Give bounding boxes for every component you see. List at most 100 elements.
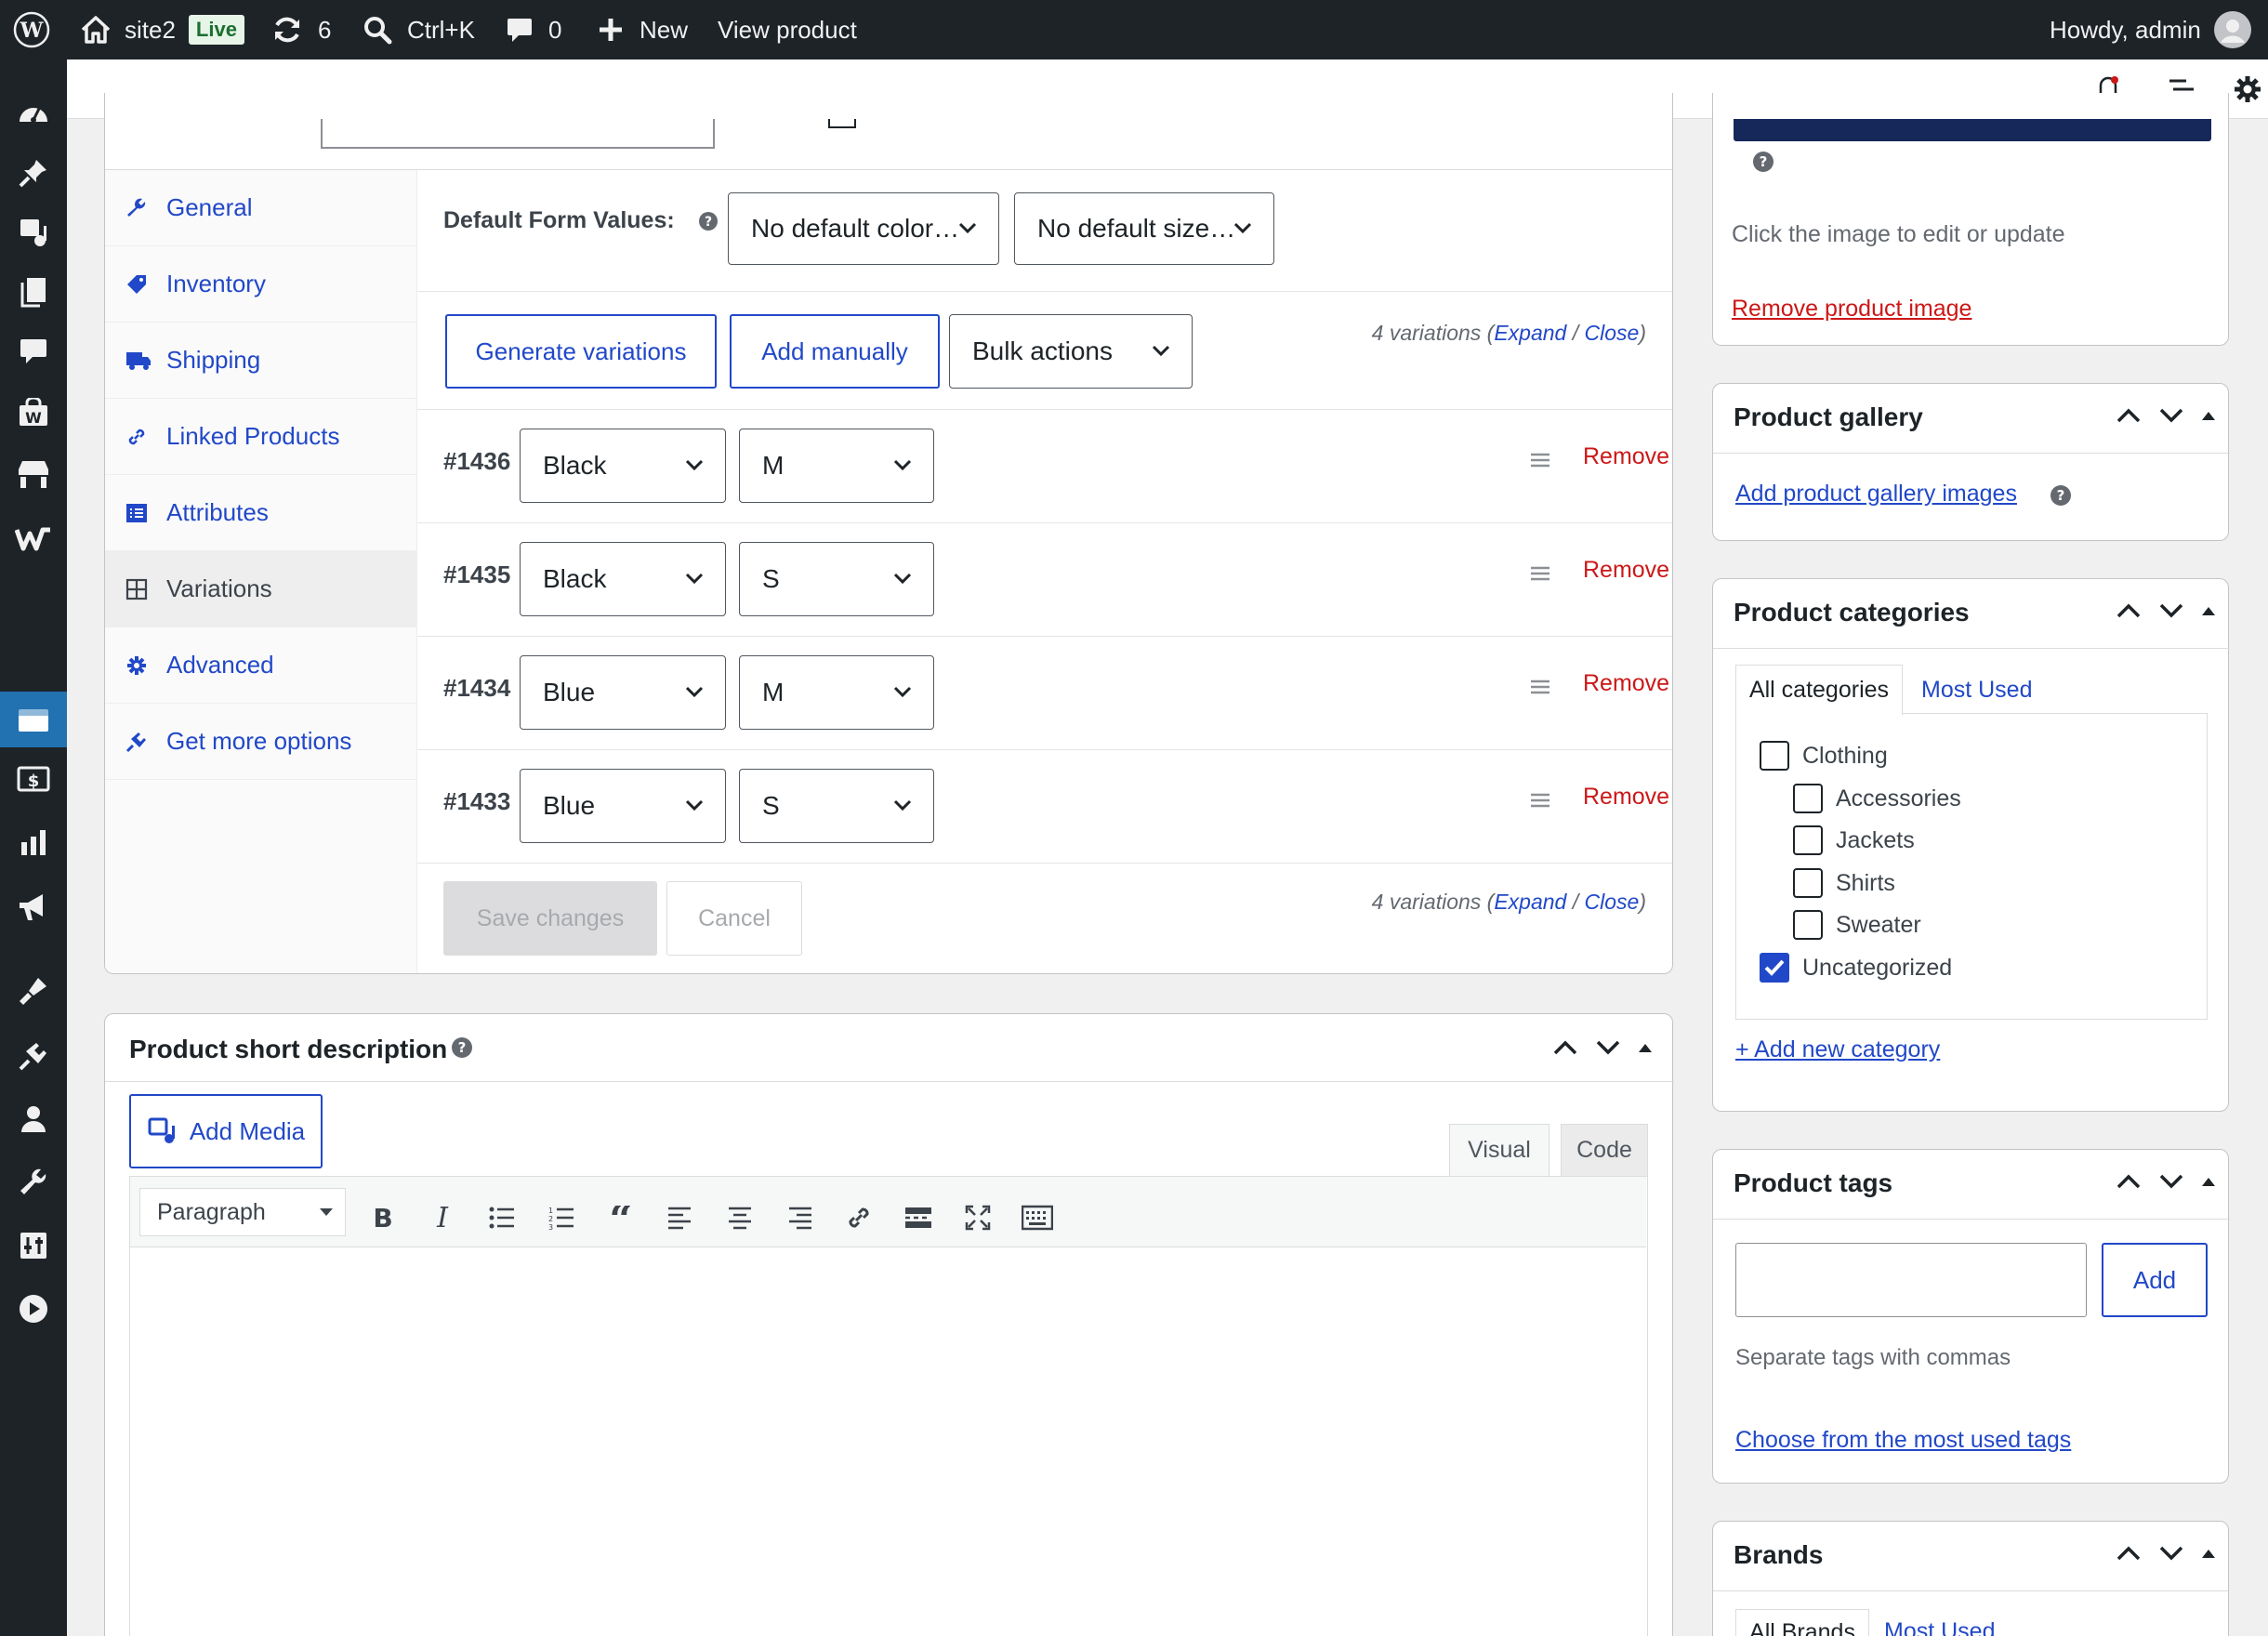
settings-sliders-icon[interactable]	[0, 1220, 67, 1272]
format-select[interactable]: Paragraph	[139, 1188, 346, 1236]
tab-advanced[interactable]: Advanced	[105, 627, 417, 704]
choose-most-used-tags-link[interactable]: Choose from the most used tags	[1735, 1427, 2071, 1454]
variation-color-select[interactable]: Black	[520, 429, 726, 503]
chevron-down-icon[interactable]	[2157, 1172, 2185, 1191]
remove-variation-link[interactable]: Remove	[1583, 670, 1669, 697]
variation-color-select[interactable]: Black	[520, 542, 726, 616]
tab-inventory[interactable]: Inventory	[105, 246, 417, 323]
variation-size-select[interactable]: S	[739, 542, 934, 616]
chevron-down-icon[interactable]	[2157, 406, 2185, 425]
tab-all-categories[interactable]: All categories	[1735, 665, 1903, 715]
visual-tab[interactable]: Visual	[1449, 1124, 1549, 1176]
plugins-icon[interactable]	[0, 1030, 67, 1082]
category-checkbox[interactable]	[1793, 784, 1823, 813]
variation-color-select[interactable]: Blue	[520, 769, 726, 843]
generate-variations-button[interactable]: Generate variations	[445, 314, 717, 389]
drag-handle-icon[interactable]	[1530, 452, 1550, 468]
chevron-up-icon[interactable]	[2115, 1544, 2143, 1563]
chevron-down-icon[interactable]	[2157, 601, 2185, 620]
drag-handle-icon[interactable]	[1530, 792, 1550, 809]
tab-linked-products[interactable]: Linked Products	[105, 399, 417, 475]
add-tag-button[interactable]: Add	[2102, 1243, 2208, 1317]
add-gallery-images-link[interactable]: Add product gallery images	[1735, 481, 2017, 508]
tab-variations[interactable]: Variations	[105, 551, 417, 627]
tab-most-used[interactable]: Most Used	[1921, 665, 2032, 715]
product-image-thumbnail[interactable]	[1734, 119, 2211, 141]
tab-brands-most-used[interactable]: Most Used	[1884, 1618, 1995, 1636]
variation-size-select[interactable]: S	[739, 769, 934, 843]
help-icon[interactable]: ?	[1752, 151, 1774, 173]
add-manually-button[interactable]: Add manually	[730, 314, 940, 389]
remove-variation-link[interactable]: Remove	[1583, 557, 1669, 584]
updates-menu[interactable]: 6	[271, 0, 331, 59]
bold-icon[interactable]: B	[364, 1199, 402, 1236]
pin-posts-icon[interactable]	[0, 147, 67, 199]
remove-variation-link[interactable]: Remove	[1583, 784, 1669, 811]
help-icon[interactable]: ?	[698, 211, 719, 231]
comments-menu-icon[interactable]	[0, 325, 67, 377]
search-command[interactable]: Ctrl+K	[363, 0, 475, 59]
code-tab[interactable]: Code	[1561, 1124, 1648, 1176]
editor-content[interactable]	[130, 1247, 1646, 1636]
remove-product-image-link[interactable]: Remove product image	[1732, 296, 1971, 323]
users-icon[interactable]	[0, 1093, 67, 1145]
wordpress-logo-icon[interactable]: W	[13, 0, 50, 59]
expand-link[interactable]: Expand	[1494, 890, 1566, 914]
drag-handle-icon[interactable]	[1530, 679, 1550, 695]
site-menu[interactable]: site2 Live	[80, 0, 244, 59]
cancel-button[interactable]: Cancel	[666, 881, 802, 956]
close-link[interactable]: Close	[1585, 890, 1640, 914]
add-media-button[interactable]: Add Media	[129, 1094, 323, 1168]
chevron-down-icon[interactable]	[2157, 1544, 2185, 1563]
appearance-icon[interactable]	[0, 965, 67, 1017]
tab-get-more-options[interactable]: Get more options	[105, 704, 417, 780]
woo-w-icon[interactable]	[0, 513, 67, 565]
payments-icon[interactable]: $	[0, 753, 67, 805]
toggle-triangle-icon[interactable]	[2200, 409, 2217, 422]
insert-link-icon[interactable]	[840, 1199, 877, 1236]
bulk-actions-select[interactable]: Bulk actions	[949, 314, 1193, 389]
chevron-up-icon[interactable]	[2115, 1172, 2143, 1191]
tab-shipping[interactable]: Shipping	[105, 323, 417, 399]
pages-icon[interactable]	[0, 266, 67, 318]
numbered-list-icon[interactable]: 123	[543, 1199, 580, 1236]
category-item[interactable]: Sweater	[1793, 908, 1921, 942]
close-link[interactable]: Close	[1585, 321, 1640, 345]
new-content-menu[interactable]: New	[597, 0, 688, 59]
toggle-triangle-icon[interactable]	[2200, 604, 2217, 617]
category-checkbox[interactable]	[1793, 910, 1823, 940]
align-center-icon[interactable]	[721, 1199, 758, 1236]
category-checkbox[interactable]	[1793, 825, 1823, 855]
store-icon[interactable]	[0, 448, 67, 500]
category-item[interactable]: Shirts	[1793, 866, 1895, 900]
toolbar-toggle-icon[interactable]	[1019, 1199, 1056, 1236]
category-item[interactable]: Clothing	[1760, 739, 1888, 772]
category-item[interactable]: Uncategorized	[1760, 951, 1952, 984]
dashboard-icon[interactable]	[0, 86, 67, 138]
toggle-triangle-icon[interactable]	[1637, 1041, 1654, 1054]
media-icon[interactable]	[0, 206, 67, 258]
default-size-select[interactable]: No default size…	[1014, 192, 1274, 265]
variation-row[interactable]: #1435 Black S Remove Edit	[417, 523, 1672, 637]
products-icon[interactable]	[0, 692, 67, 747]
comments-menu[interactable]: 0	[506, 0, 561, 59]
default-color-select[interactable]: No default color…	[728, 192, 999, 265]
help-icon[interactable]: ?	[451, 1036, 473, 1059]
bullet-list-icon[interactable]	[483, 1199, 521, 1236]
chevron-up-icon[interactable]	[2115, 406, 2143, 425]
variation-size-select[interactable]: M	[739, 429, 934, 503]
add-new-category-link[interactable]: + Add new category	[1735, 1036, 1940, 1063]
help-icon[interactable]: ?	[2050, 484, 2072, 507]
variation-row[interactable]: #1433 Blue S Remove Edit	[417, 750, 1672, 864]
tools-icon[interactable]	[0, 1156, 67, 1208]
category-item[interactable]: Accessories	[1793, 782, 1961, 815]
category-item[interactable]: Jackets	[1793, 824, 1915, 857]
category-checkbox[interactable]	[1793, 868, 1823, 898]
expand-link[interactable]: Expand	[1494, 321, 1566, 345]
variation-row[interactable]: #1434 Blue M Remove Edit	[417, 637, 1672, 750]
align-left-icon[interactable]	[662, 1199, 699, 1236]
category-checkbox[interactable]	[1760, 953, 1789, 983]
variation-size-select[interactable]: M	[739, 655, 934, 730]
collapse-play-icon[interactable]	[0, 1283, 67, 1335]
tab-all-brands[interactable]: All Brands	[1735, 1609, 1869, 1636]
